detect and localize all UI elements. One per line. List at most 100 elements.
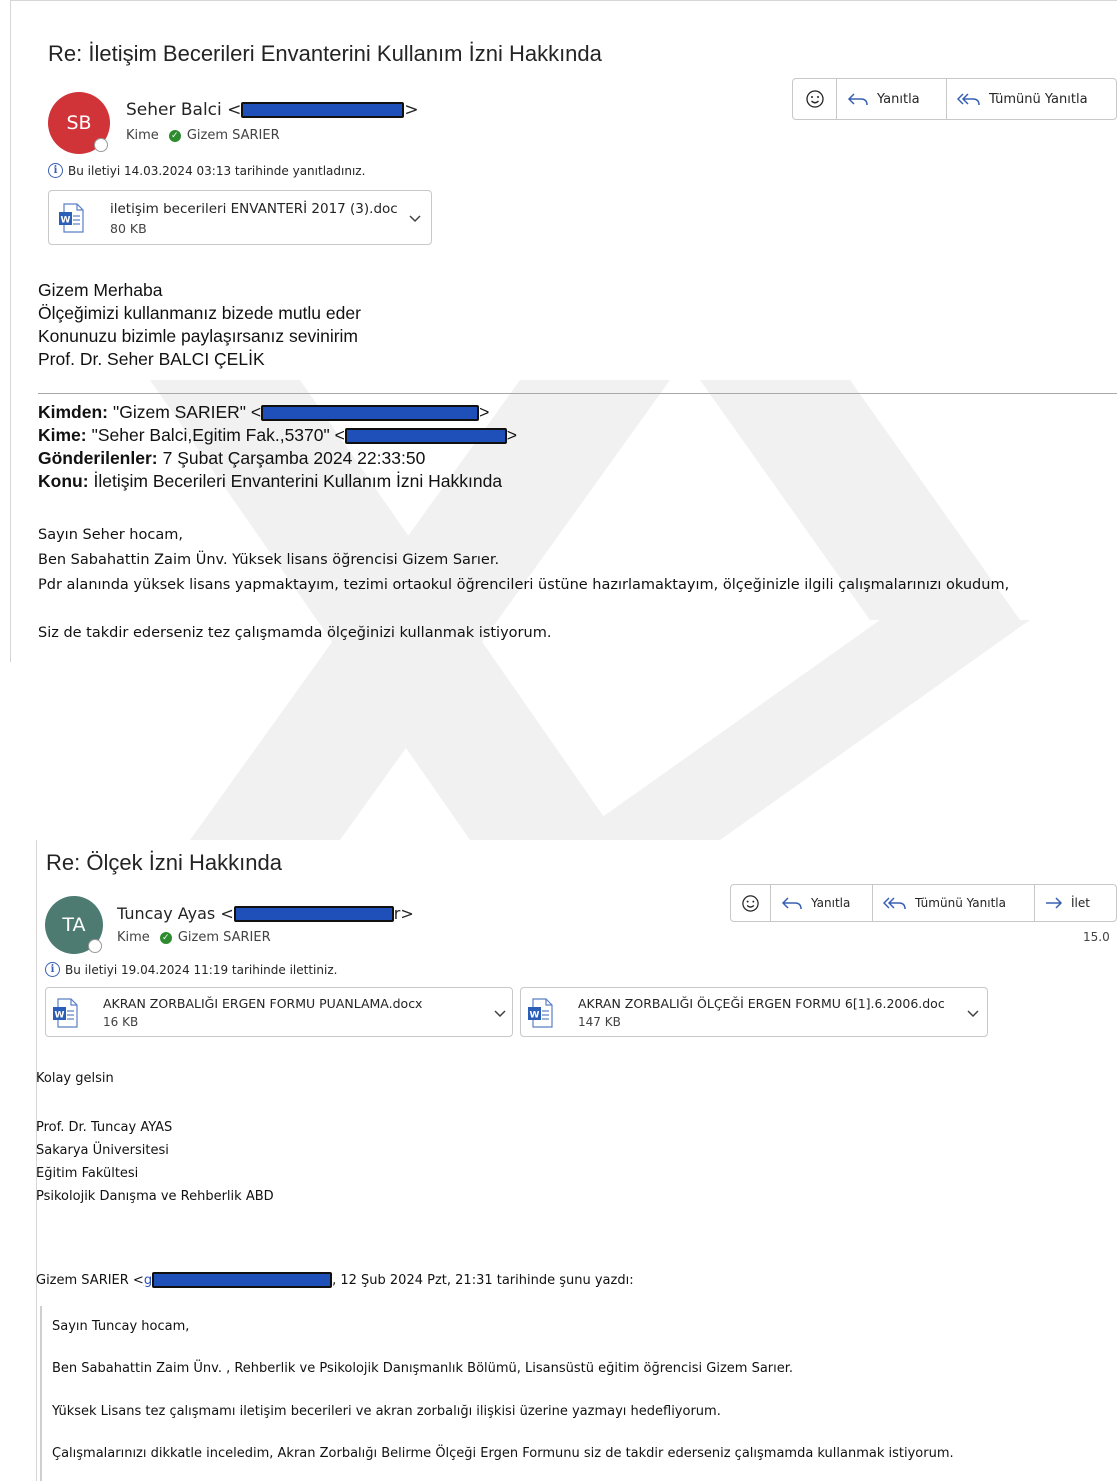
- sender-name[interactable]: Seher Balci <: [126, 100, 241, 120]
- quote-bar: [40, 1306, 42, 1481]
- recipient-name[interactable]: Gizem SARIER: [178, 930, 271, 945]
- recipient-line: Kime ✓ Gizem SARIER: [126, 128, 280, 143]
- sender-line[interactable]: Seher Balci < >: [126, 100, 419, 120]
- quoted-line: Ben Sabahattin Zaim Ünv. Yüksek lisans ö…: [38, 552, 500, 568]
- reply-all-label: Tümünü Yanıtla: [989, 91, 1088, 107]
- redacted-email: [241, 102, 405, 118]
- attachment-name: AKRAN ZORBALIĞI ERGEN FORMU PUANLAMA.doc…: [103, 996, 423, 1011]
- quote-intro-name: Gizem SARIER <: [36, 1272, 144, 1288]
- sender-close: >: [404, 100, 419, 120]
- message-toolbar: Yanıtla Tümünü Yanıtla İlet: [730, 884, 1117, 922]
- chevron-down-icon[interactable]: [967, 1010, 979, 1018]
- quoted-line: Pdr alanında yüksek lisans yapmaktayım, …: [38, 577, 1010, 593]
- subject-label: Konu:: [38, 471, 89, 491]
- email-subject: Re: İletişim Becerileri Envanterini Kull…: [48, 41, 602, 66]
- body-line: Gizem Merhaba: [38, 280, 163, 300]
- sent-label: Gönderilenler:: [38, 448, 158, 468]
- to-label: Kime:: [38, 425, 87, 445]
- attachment-name: AKRAN ZORBALIĞI ÖLÇEĞİ ERGEN FORMU 6[1].…: [578, 996, 945, 1011]
- reply-label: Yanıtla: [811, 896, 851, 910]
- info-icon: i: [45, 962, 60, 977]
- from-row: Kimden: "Gizem SARIER" < >: [38, 401, 517, 424]
- reply-all-label: Tümünü Yanıtla: [915, 896, 1006, 910]
- reply-all-icon: [957, 93, 980, 106]
- attachment-size: 16 KB: [103, 1015, 139, 1029]
- reply-all-icon: [883, 897, 906, 910]
- email-subject: Re: Ölçek İzni Hakkında: [46, 850, 282, 875]
- body-line: Prof. Dr. Seher BALCI ÇELİK: [38, 349, 265, 369]
- recipient-line: Kime ✓ Gizem SARIER: [117, 930, 271, 945]
- quoted-line: Siz de takdir ederseniz tez çalışmamda ö…: [38, 625, 552, 641]
- message-toolbar: Yanıtla Tümünü Yanıtla: [792, 78, 1117, 120]
- info-text: Bu iletiyi 14.03.2024 03:13 tarihinde ya…: [68, 163, 366, 178]
- word-file-icon: W: [53, 998, 78, 1028]
- redacted-email: [152, 1272, 333, 1288]
- attachment-card[interactable]: W iletişim becerileri ENVANTERİ 2017 (3)…: [48, 190, 432, 245]
- emoji-reaction-button[interactable]: [731, 885, 771, 921]
- reply-all-button[interactable]: Tümünü Yanıtla: [873, 885, 1035, 921]
- presence-icon: [88, 939, 102, 953]
- avatar-initials: TA: [62, 914, 86, 936]
- info-icon: i: [48, 163, 63, 178]
- message-date: 15.0: [1083, 930, 1110, 944]
- quoted-line: Ben Sabahattin Zaim Ünv. , Rehberlik ve …: [52, 1361, 794, 1376]
- info-bar: i Bu iletiyi 19.04.2024 11:19 tarihinde …: [45, 962, 337, 977]
- quoted-line: Sayın Seher hocam,: [38, 527, 183, 543]
- check-icon: ✓: [168, 129, 181, 142]
- to-value: "Seher Balci,Egitim Fak.,5370" <: [91, 425, 345, 445]
- quoted-line: Yüksek Lisans tez çalışmamı iletişim bec…: [52, 1404, 721, 1419]
- quote-separator: [38, 393, 1117, 394]
- signature-line: Eğitim Fakültesi: [36, 1166, 139, 1181]
- attachment-card[interactable]: W AKRAN ZORBALIĞI ÖLÇEĞİ ERGEN FORMU 6[1…: [520, 987, 988, 1037]
- subject-row: Konu: İletişim Becerileri Envanterini Ku…: [38, 470, 517, 493]
- reply-button[interactable]: Yanıtla: [837, 79, 947, 119]
- attachment-card[interactable]: W AKRAN ZORBALIĞI ERGEN FORMU PUANLAMA.d…: [45, 987, 513, 1037]
- avatar-initials: SB: [66, 112, 92, 134]
- emoji-reaction-button[interactable]: [793, 79, 837, 119]
- word-file-icon: W: [528, 998, 553, 1028]
- redacted-email: [261, 404, 480, 421]
- signature-line: Sakarya Üniversitesi: [36, 1143, 169, 1158]
- attachment-name: iletişim becerileri ENVANTERİ 2017 (3).d…: [110, 201, 398, 217]
- message-body: Gizem Merhaba Ölçeğimizi kullanmanız biz…: [38, 279, 361, 371]
- greeting-line: Kolay gelsin: [36, 1071, 114, 1086]
- quoted-line: Sayın Tuncay hocam,: [52, 1319, 190, 1334]
- word-file-icon: W: [59, 203, 84, 233]
- quote-intro: Gizem SARIER < g , 12 Şub 2024 Pzt, 21:3…: [36, 1272, 634, 1288]
- angle-close: >: [506, 425, 518, 445]
- quoted-line: Çalışmalarınızı dikkatle inceledim, Akra…: [52, 1446, 954, 1461]
- chevron-down-icon[interactable]: [494, 1010, 506, 1018]
- email-link[interactable]: g: [144, 1273, 152, 1288]
- signature-line: Psikolojik Danışma ve Rehberlik ABD: [36, 1189, 274, 1204]
- signature-block: Prof. Dr. Tuncay AYAS Sakarya Üniversite…: [36, 1116, 274, 1208]
- attachment-size: 147 KB: [578, 1015, 621, 1029]
- reply-all-button[interactable]: Tümünü Yanıtla: [947, 79, 1116, 119]
- to-row: Kime: "Seher Balci,Egitim Fak.,5370" < >: [38, 424, 517, 447]
- sender-line[interactable]: Tuncay Ayas < r>: [117, 904, 414, 923]
- to-label: Kime: [117, 930, 150, 945]
- sender-close: r>: [393, 904, 414, 923]
- forward-label: İlet: [1071, 896, 1090, 910]
- angle-close: >: [479, 402, 490, 422]
- sent-row: Gönderilenler: 7 Şubat Çarşamba 2024 22:…: [38, 447, 517, 470]
- reply-label: Yanıtla: [877, 91, 920, 107]
- quote-intro-rest: , 12 Şub 2024 Pzt, 21:31 tarihinde şunu …: [332, 1272, 634, 1288]
- from-label: Kimden:: [38, 402, 108, 422]
- signature-line: Prof. Dr. Tuncay AYAS: [36, 1120, 173, 1135]
- info-bar: i Bu iletiyi 14.03.2024 03:13 tarihinde …: [48, 163, 365, 178]
- recipient-name[interactable]: Gizem SARIER: [187, 128, 280, 143]
- svg-text:W: W: [61, 216, 71, 226]
- from-value: "Gizem SARIER" <: [113, 402, 262, 422]
- forward-button[interactable]: İlet: [1035, 885, 1116, 921]
- attachment-size: 80 KB: [110, 221, 147, 236]
- presence-icon: [94, 138, 108, 152]
- reply-icon: [847, 93, 868, 106]
- chevron-down-icon[interactable]: [409, 215, 421, 223]
- check-icon: ✓: [159, 931, 172, 944]
- sender-name[interactable]: Tuncay Ayas <: [117, 904, 234, 923]
- smiley-icon: [742, 894, 759, 912]
- svg-text:W: W: [530, 1011, 540, 1021]
- reply-icon: [781, 897, 802, 910]
- to-label: Kime: [126, 128, 159, 143]
- reply-button[interactable]: Yanıtla: [771, 885, 873, 921]
